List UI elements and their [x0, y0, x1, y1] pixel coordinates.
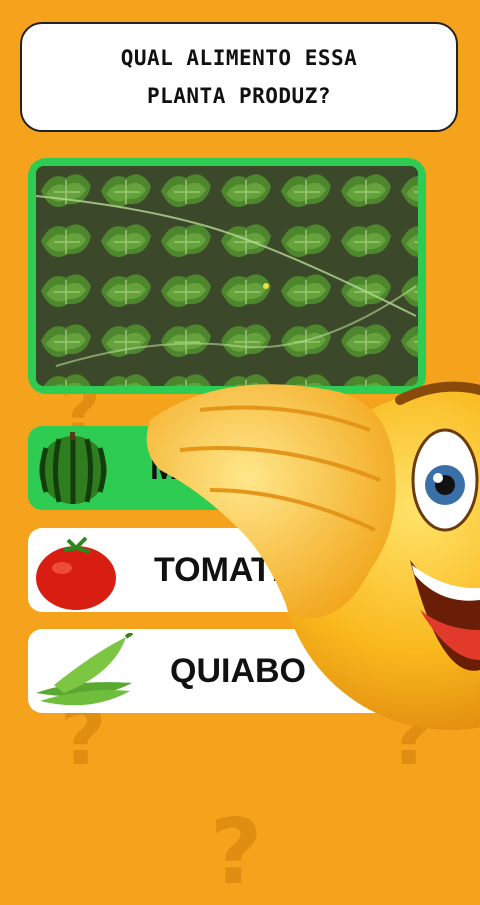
- answer-label: TOMATE: [154, 551, 295, 589]
- okra-icon: [34, 631, 134, 709]
- question-line-2: PLANTA PRODUZ?: [146, 84, 331, 108]
- watermelon-icon: [34, 430, 112, 506]
- answer-option-tomate[interactable]: TOMATE: [28, 528, 468, 612]
- plant-photo-frame: [28, 158, 426, 394]
- background-question-mark: ?: [210, 800, 263, 905]
- answer-label: QUIABO: [170, 652, 306, 690]
- question-text: QUAL ALIMENTO ESSA PLANTA PRODUZ?: [89, 39, 389, 115]
- answer-label: MELANCIA: [150, 449, 330, 487]
- answer-option-melancia[interactable]: MELANCIA: [28, 426, 468, 510]
- plant-photo: [36, 166, 418, 386]
- tomato-icon: [34, 532, 116, 610]
- question-line-1: QUAL ALIMENTO ESSA: [120, 46, 358, 70]
- answer-option-quiabo[interactable]: QUIABO: [28, 629, 468, 713]
- question-card: QUAL ALIMENTO ESSA PLANTA PRODUZ?: [20, 22, 458, 132]
